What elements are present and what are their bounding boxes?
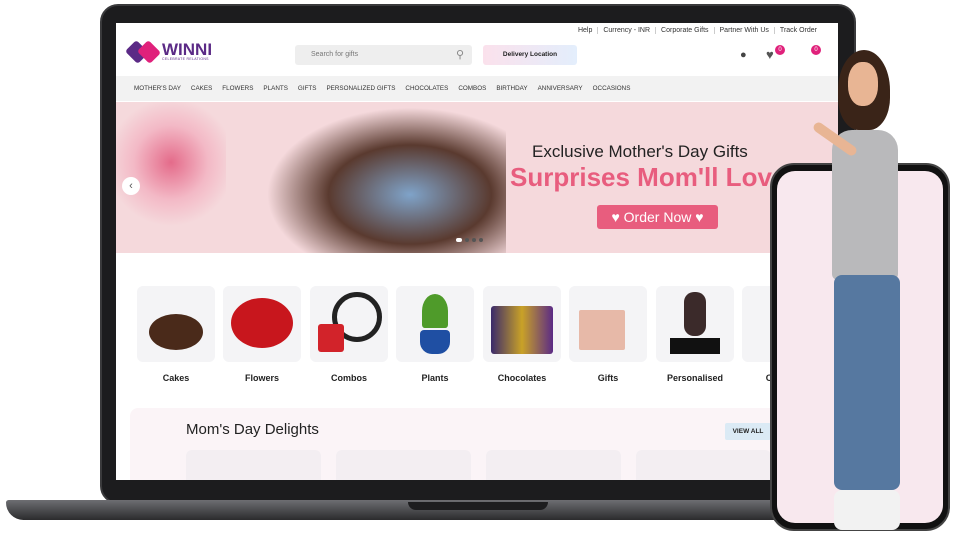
order-now-button[interactable]: ♥ Order Now ♥: [597, 205, 718, 229]
product-card[interactable]: [636, 450, 771, 480]
category-cakes[interactable]: Cakes: [137, 286, 215, 383]
wishlist-heart-icon[interactable]: ♥: [766, 47, 774, 62]
plants-image: [396, 286, 474, 362]
winni-logo[interactable]: WINNI CELEBRATE RELATIONS: [124, 39, 213, 65]
personalised-image: [656, 286, 734, 362]
product-card[interactable]: [336, 450, 471, 480]
category-label: Combos: [331, 373, 367, 383]
track-order-link[interactable]: Track Order: [773, 27, 822, 34]
chocolates-image: [483, 286, 561, 362]
cake-image: [137, 286, 215, 362]
category-label: Gifts: [597, 373, 619, 383]
category-label: Plants: [421, 373, 449, 383]
banner-line1: Exclusive Mother's Day Gifts: [532, 142, 748, 161]
category-personalised[interactable]: Personalised: [656, 286, 734, 383]
logo-name: WINNI: [162, 40, 213, 59]
prev-slide-chevron-icon[interactable]: ‹: [122, 177, 140, 195]
category-label: Cakes: [162, 373, 190, 383]
category-label: Flowers: [244, 373, 279, 383]
nav-combos[interactable]: COMBOS: [458, 85, 486, 92]
woman-model-image: [810, 50, 930, 535]
category-combos[interactable]: Combos: [310, 286, 388, 383]
main-nav: MOTHER'S DAY CAKES FLOWERS PLANTS GIFTS …: [116, 76, 838, 101]
carousel-dots[interactable]: [456, 238, 483, 242]
nav-occasions[interactable]: OCCASIONS: [593, 85, 631, 92]
wishlist-badge: 0: [775, 45, 785, 55]
mother-daughter-image: [266, 107, 506, 253]
gifts-image: [569, 286, 647, 362]
hero-banner[interactable]: ‹ Exclusive Mother's Day Gifts Surprises…: [116, 102, 838, 253]
website-screen: Help Currency - INR Corporate Gifts Part…: [116, 23, 838, 480]
search-input[interactable]: Search for gifts ⚲: [295, 45, 472, 65]
nav-chocolates[interactable]: CHOCOLATES: [405, 85, 448, 92]
combos-image: [310, 286, 388, 362]
category-label: Chocolates: [497, 373, 547, 383]
nav-cakes[interactable]: CAKES: [191, 85, 212, 92]
delivery-location-button[interactable]: Delivery Location: [483, 45, 577, 65]
search-icon[interactable]: ⚲: [456, 48, 464, 61]
product-card[interactable]: [186, 450, 321, 480]
nav-gifts[interactable]: GIFTS: [298, 85, 317, 92]
partner-link[interactable]: Partner With Us: [713, 27, 774, 34]
nav-mothers-day[interactable]: MOTHER'S DAY: [134, 85, 181, 92]
help-link[interactable]: Help: [573, 27, 597, 34]
corporate-gifts-link[interactable]: Corporate Gifts: [655, 27, 713, 34]
logo-hearts-icon: [124, 39, 162, 65]
nav-personalized-gifts[interactable]: PERSONALIZED GIFTS: [326, 85, 395, 92]
nav-birthday[interactable]: BIRTHDAY: [496, 85, 527, 92]
banner-line2: Surprises Mom'll Love: [510, 162, 787, 192]
section-title: Mom's Day Delights: [186, 421, 319, 438]
currency-link[interactable]: Currency - INR: [597, 27, 655, 34]
nav-flowers[interactable]: FLOWERS: [222, 85, 253, 92]
nav-plants[interactable]: PLANTS: [263, 85, 288, 92]
laptop-notch: [408, 502, 548, 510]
category-flowers[interactable]: Flowers: [223, 286, 301, 383]
category-label: Personalised: [666, 373, 724, 383]
category-plants[interactable]: Plants: [396, 286, 474, 383]
product-card[interactable]: [486, 450, 621, 480]
category-gifts[interactable]: Gifts: [569, 286, 647, 383]
logo-tagline: CELEBRATE RELATIONS: [162, 57, 209, 61]
category-chocolates[interactable]: Chocolates: [483, 286, 561, 383]
user-icon[interactable]: ●: [740, 49, 747, 61]
nav-anniversary[interactable]: ANNIVERSARY: [538, 85, 583, 92]
top-links: Help Currency - INR Corporate Gifts Part…: [573, 27, 822, 34]
search-placeholder: Search for gifts: [311, 51, 359, 58]
view-all-button[interactable]: VIEW ALL: [725, 423, 771, 440]
flowers-image: [223, 286, 301, 362]
